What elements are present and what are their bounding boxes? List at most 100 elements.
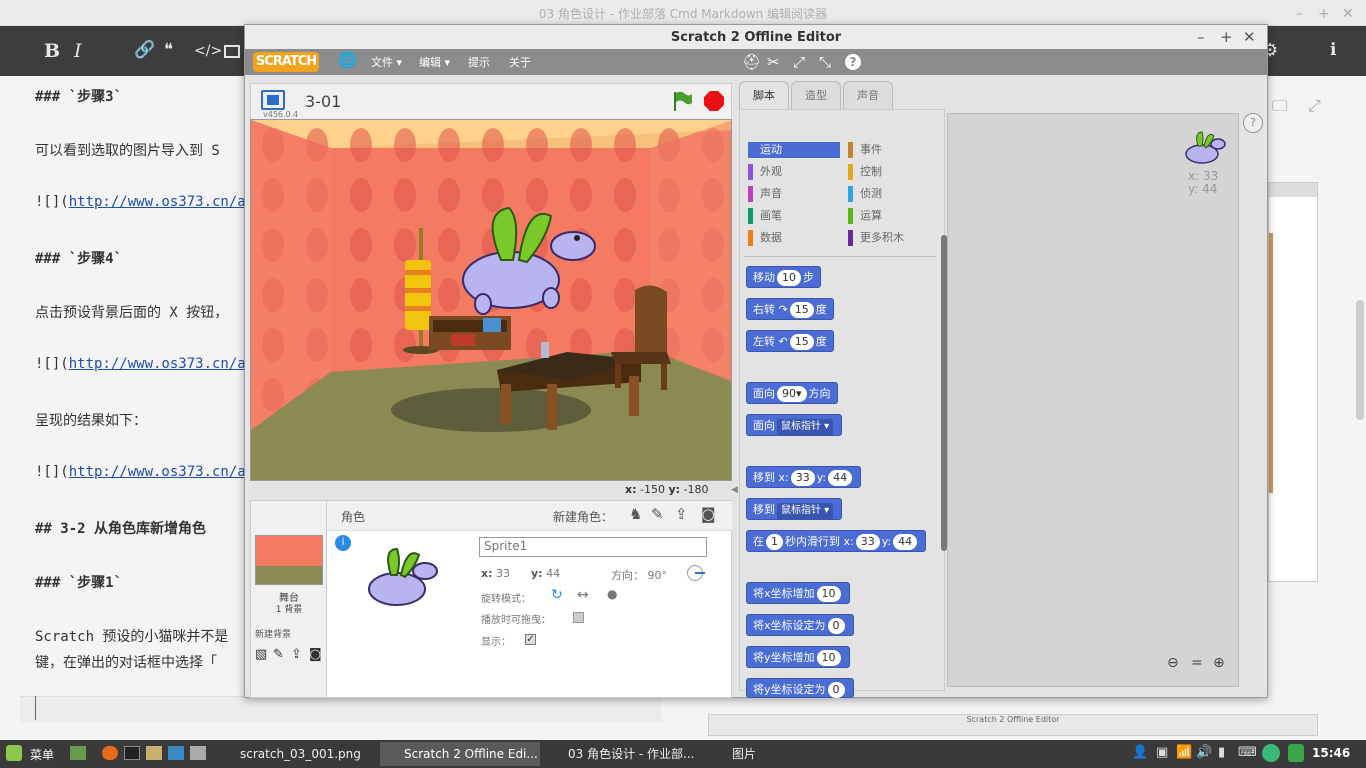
block-point-towards[interactable]: 面向 鼠标指针 ▾ [746,414,843,436]
terminal-icon[interactable] [124,746,140,760]
grow-icon[interactable]: ⤢ [793,53,805,71]
sprite-thumbnail[interactable] [361,545,441,615]
menu-tips[interactable]: 提示 [468,54,490,70]
zoom-out-icon[interactable]: ⊖ [1167,655,1179,671]
minimize-icon[interactable]: – [1296,0,1303,28]
no-rotate-icon[interactable]: ● [607,587,617,601]
firefox-icon[interactable] [102,746,118,760]
shield-icon[interactable] [1288,744,1304,762]
close-icon[interactable]: ✕ [1243,25,1256,50]
block-turn-left[interactable]: 左转 ↶ 15 度 [746,330,834,352]
link-button[interactable]: 🔗 [134,40,155,60]
category-3[interactable]: 控制 [848,164,940,180]
upload-sprite-icon[interactable]: ⇪ [675,505,688,523]
battery-icon[interactable]: ▮ [1218,745,1225,760]
stage-canvas[interactable] [250,119,732,481]
camera-backdrop-icon[interactable]: ◙ [309,647,322,662]
tab-costumes[interactable]: 造型 [791,81,841,109]
block-point-direction[interactable]: 面向 90▾ 方向 [746,382,838,404]
block-move[interactable]: 移动 10 步 [746,266,821,288]
show-checkbox[interactable]: ✓ [525,634,536,645]
upload-backdrop-icon[interactable]: ⇪ [291,647,302,662]
block-turn-right[interactable]: 右转 ↷ 15 度 [746,298,834,320]
show-desktop-icon[interactable] [70,746,86,760]
backdrop-library-icon[interactable]: ▧ [255,647,267,662]
sprite-info-icon[interactable]: i [335,535,351,551]
shrink-icon[interactable]: ⤡ [819,53,831,71]
block-glide[interactable]: 在 1 秒内滑行到 x: 33 y: 44 [746,530,927,552]
block-goto[interactable]: 移到 鼠标指针 ▾ [746,498,843,520]
script-area[interactable]: x: 33 y: 44 [947,113,1239,687]
maximize-icon[interactable]: + [1318,0,1330,28]
telegram-icon[interactable] [1262,744,1280,762]
wifi-icon[interactable]: 📶 [1176,745,1192,760]
menu-edit[interactable]: 编辑 ▾ [419,54,450,70]
italic-button[interactable]: I [74,40,82,62]
category-2[interactable]: 外观 [748,164,840,180]
paint-backdrop-icon[interactable]: ✎ [273,647,284,662]
sprite-library-icon[interactable]: ♞ [629,505,642,523]
taskbar-item-scratch[interactable]: Scratch 2 Offline Edi... [380,742,540,766]
delete-icon[interactable]: ✂ [767,53,780,71]
block-goto-xy[interactable]: 移到 x: 33 y: 44 [746,466,862,488]
duplicate-icon[interactable]: ⛑ [742,53,761,71]
fullscreen-stage-icon[interactable] [261,90,285,110]
taskbar-item-markdown[interactable]: 03 角色设计 - 作业部... [544,742,704,766]
block-set-y[interactable]: 将y坐标设定为 0 [746,678,854,698]
collapse-stage-icon[interactable]: ◀ [731,485,738,495]
user-icon[interactable]: 👤 [1132,745,1148,760]
stop-icon[interactable] [703,90,725,112]
category-9[interactable]: 更多积木 [848,230,940,246]
block-change-x[interactable]: 将x坐标增加 10 [746,582,850,604]
quote-button[interactable]: ❝ [164,40,173,60]
close-icon[interactable]: ✕ [1342,0,1354,28]
app-icon[interactable] [168,746,184,760]
block-set-x[interactable]: 将x坐标设定为 0 [746,614,854,636]
taskbar-item-image-viewer[interactable]: scratch_03_001.png ... [218,742,376,766]
block-change-y[interactable]: 将y坐标增加 10 [746,646,850,668]
start-menu[interactable]: 菜单 [30,746,54,763]
clipboard-icon[interactable]: ▣ [1156,745,1168,760]
menu-file[interactable]: 文件 ▾ [371,54,402,70]
category-7[interactable]: 运算 [848,208,940,224]
category-8[interactable]: 数据 [748,230,840,246]
stage-thumbnail[interactable] [255,535,323,585]
direction-dial[interactable] [687,565,705,581]
globe-icon[interactable]: 🌐 [338,51,357,69]
category-4[interactable]: 声音 [748,186,840,202]
paint-sprite-icon[interactable]: ✎ [651,505,664,523]
mint-logo-icon[interactable] [6,745,22,761]
maximize-icon[interactable]: + [1220,25,1233,50]
zoom-in-icon[interactable]: ⊕ [1213,655,1225,671]
category-6[interactable]: 画笔 [748,208,840,224]
left-right-icon[interactable]: ↔ [577,587,589,603]
monitor-icon[interactable]: 🖵 [1272,96,1287,116]
category-5[interactable]: 侦测 [848,186,940,202]
tab-scripts[interactable]: 脚本 [739,81,789,109]
scratch-titlebar[interactable]: Scratch 2 Offline Editor – + ✕ [245,25,1267,49]
taskbar-item-folder[interactable]: 图片 [708,742,808,766]
code-button[interactable]: </> [194,43,222,59]
minimize-icon[interactable]: – [1197,25,1205,50]
category-0[interactable]: 运动 [748,142,840,158]
scratch-logo[interactable]: SCRATCH [253,52,319,72]
help-icon[interactable]: ? [1243,113,1263,133]
category-1[interactable]: 事件 [848,142,940,158]
sprite-name-field[interactable]: Sprite1 [479,537,707,557]
bold-button[interactable]: B [44,40,60,62]
volume-icon[interactable]: 🔊 [1196,745,1212,760]
image-button[interactable] [224,45,240,58]
preview-scrollbar[interactable] [1356,300,1364,420]
screenshot-icon[interactable] [190,746,206,760]
green-flag-icon[interactable] [671,90,693,112]
rotate-all-icon[interactable]: ↻ [551,587,563,603]
zoom-reset-icon[interactable]: = [1191,655,1203,671]
help-icon[interactable]: ? [845,54,861,70]
camera-sprite-icon[interactable]: ◙ [701,505,716,523]
fullscreen-icon[interactable]: ⤢ [1308,96,1321,116]
menu-about[interactable]: 关于 [509,54,531,70]
draggable-checkbox[interactable] [573,612,584,623]
keyboard-icon[interactable]: ⌨ [1238,745,1257,760]
project-name[interactable]: 3-01 [305,92,341,111]
tab-sounds[interactable]: 声音 [843,81,893,109]
